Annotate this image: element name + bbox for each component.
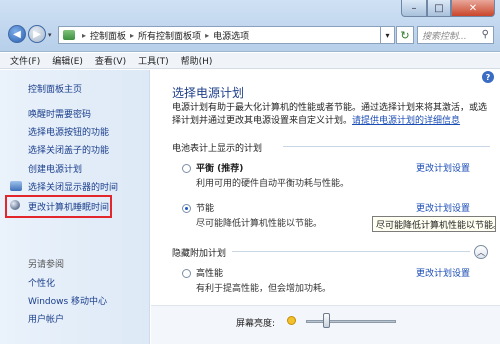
address-dropdown-button[interactable]: ▾ <box>381 26 395 44</box>
refresh-button[interactable]: ↻ <box>396 26 414 44</box>
plan-details-link[interactable]: 请提供电源计划的详细信息 <box>352 116 460 126</box>
brightness-label: 屏幕亮度: <box>236 319 276 329</box>
intro-line: 择计划并通过更改其电源设置来自定义计划。请提供电源计划的详细信息 <box>172 115 490 128</box>
section-divider <box>283 146 490 147</box>
sidebar-item-wake-password[interactable]: 唤醒时需要密码 <box>28 107 91 120</box>
display-icon <box>10 181 22 191</box>
plan-highperf-settings-link[interactable]: 更改计划设置 <box>416 266 470 279</box>
page-title: 选择电源计划 <box>172 86 245 100</box>
search-input[interactable]: 搜索控制... ⚲ <box>417 26 494 44</box>
refresh-icon: ↻ <box>400 28 410 42</box>
search-placeholder: 搜索控制... <box>422 31 467 42</box>
plan-powersaver-radio[interactable] <box>182 204 191 213</box>
plan-powersaver-desc: 尽可能降低计算机性能以节能。 <box>196 219 323 229</box>
plan-powersaver-settings-link[interactable]: 更改计划设置 <box>416 201 470 214</box>
menu-file[interactable]: 文件(F) <box>10 54 40 67</box>
intro-line-text: 择计划并通过更改其电源设置来自定义计划。 <box>172 116 353 126</box>
address-bar[interactable]: ▸ 控制面板 ▸ 所有控制面板项 ▸ 电源选项 <box>58 26 381 44</box>
intro-text: 电源计划有助于最大化计算机的性能或者节能。通过选择计划来将其激活，或选 择计划并… <box>172 102 490 128</box>
help-icon[interactable]: ? <box>482 71 494 83</box>
control-panel-icon <box>63 30 75 40</box>
breadcrumb-item[interactable]: 控制面板 <box>90 29 126 42</box>
sidebar-item-create-plan[interactable]: 创建电源计划 <box>28 162 82 175</box>
collapse-chevron-icon[interactable]: ︿ <box>474 245 488 259</box>
brightness-sun-icon <box>287 316 296 325</box>
sidebar-item-lid-close[interactable]: 选择关闭盖子的功能 <box>28 143 109 156</box>
menu-tools[interactable]: 工具(T) <box>138 54 169 67</box>
plan-highperf-name: 高性能 <box>196 269 224 279</box>
battery-section-title: 电池表计上显示的计划 <box>172 144 263 154</box>
forward-button[interactable]: ▶ <box>28 25 46 43</box>
back-button[interactable]: ◀ <box>8 25 26 43</box>
plan-balanced-desc: 利用可用的硬件自动平衡功耗与性能。 <box>196 179 350 189</box>
menu-edit[interactable]: 编辑(E) <box>52 54 83 67</box>
section-divider <box>232 251 470 252</box>
sidebar-item-personalize[interactable]: 个性化 <box>28 276 55 289</box>
brightness-slider-thumb[interactable] <box>322 313 330 328</box>
plan-powersaver-name: 节能 <box>196 204 215 214</box>
menu-view[interactable]: 查看(V) <box>95 54 126 67</box>
menu-bar: 文件(F) 编辑(E) 查看(V) 工具(T) 帮助(H) <box>0 53 500 69</box>
sidebar-item-power-button[interactable]: 选择电源按钮的功能 <box>28 125 109 138</box>
hidden-plans-title: 隐藏附加计划 <box>172 249 227 259</box>
recent-pages-dropdown[interactable]: ▾ <box>48 31 52 39</box>
plan-highperf-radio[interactable] <box>182 269 191 278</box>
breadcrumb-item[interactable]: 电源选项 <box>213 29 249 42</box>
sidebar-item-display-off[interactable]: 选择关闭显示器的时间 <box>28 180 118 193</box>
sidebar-item-mobility-center[interactable]: Windows 移动中心 <box>28 294 107 307</box>
close-button[interactable]: ✕ <box>451 0 495 17</box>
back-arrow-icon: ◀ <box>13 28 21 40</box>
forward-arrow-icon: ▶ <box>33 28 41 40</box>
sidebar-item-user-accounts[interactable]: 用户帐户 <box>28 312 64 325</box>
maximize-button[interactable]: □ <box>427 0 451 17</box>
intro-line: 电源计划有助于最大化计算机的性能或者节能。通过选择计划来将其激活，或选 <box>172 103 488 113</box>
breadcrumb-separator: ▸ <box>82 30 87 40</box>
sidebar-home-link[interactable]: 控制面板主页 <box>28 82 82 95</box>
minimize-button[interactable]: – <box>401 0 427 17</box>
tooltip: 尽可能降低计算机性能以节能。 <box>372 216 496 232</box>
plan-balanced-settings-link[interactable]: 更改计划设置 <box>416 161 470 174</box>
search-icon: ⚲ <box>481 29 489 40</box>
highlight-box <box>5 195 112 218</box>
breadcrumb-separator: ▸ <box>130 30 135 40</box>
plan-balanced-radio[interactable] <box>182 164 191 173</box>
see-also-heading: 另请参阅 <box>28 260 65 270</box>
breadcrumb-separator: ▸ <box>205 30 210 40</box>
plan-balanced-name: 平衡 (推荐) <box>196 164 244 174</box>
brightness-slider-track[interactable] <box>306 320 396 323</box>
breadcrumb-item[interactable]: 所有控制面板项 <box>138 29 201 42</box>
plan-highperf-desc: 有利于提高性能，但会增加功耗。 <box>196 284 332 294</box>
menu-help[interactable]: 帮助(H) <box>181 54 213 67</box>
